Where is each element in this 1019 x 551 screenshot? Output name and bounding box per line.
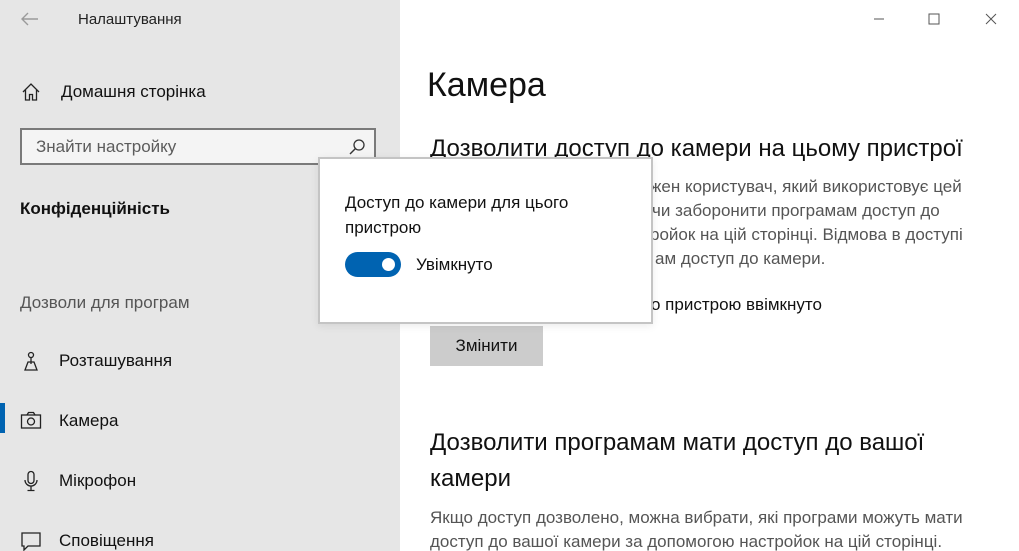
search-input[interactable]	[22, 130, 342, 163]
camera-access-flyout: Доступ до камери для цього пристрою Увім…	[318, 157, 653, 324]
sidebar-home-label: Домашня сторінка	[61, 82, 206, 101]
description-line: Якщо доступ дозволено, можна вибрати, як…	[430, 508, 963, 527]
sidebar-item-camera[interactable]: Камера	[0, 401, 400, 441]
page-title: Камера	[427, 66, 546, 104]
minimize-icon	[874, 18, 884, 20]
sidebar-item-label: Сповіщення	[59, 531, 154, 550]
maximize-button[interactable]	[911, 0, 957, 38]
sidebar-item-label: Камера	[59, 411, 119, 430]
close-button[interactable]	[968, 0, 1014, 38]
toggle-state-label: Увімкнуто	[416, 255, 493, 274]
sidebar-item-label: Мікрофон	[59, 471, 137, 490]
device-access-status: о пристрою ввімкнуто	[651, 295, 822, 314]
group-title-app-permissions: Дозволи для програм	[20, 293, 190, 312]
flyout-description: Доступ до камери для цього пристрою	[345, 193, 569, 237]
microphone-icon	[20, 470, 42, 492]
sidebar-item-label: Розташування	[59, 351, 173, 370]
sidebar-item-location[interactable]: Розташування	[0, 341, 400, 381]
description-line: доступ до вашої камери за допомогою наст…	[430, 532, 943, 551]
camera-access-toggle[interactable]	[345, 252, 401, 277]
selection-indicator	[0, 403, 5, 433]
heading-line: камери	[430, 465, 511, 492]
toggle-knob	[382, 258, 395, 271]
notification-icon	[20, 530, 42, 551]
camera-icon	[20, 410, 42, 432]
minimize-button[interactable]	[856, 0, 902, 38]
app-title: Налаштування	[78, 11, 182, 28]
home-icon	[21, 82, 41, 102]
section-title-privacy: Конфіденційність	[20, 199, 170, 218]
section-heading-app-access: Дозволити програмам мати доступ до вашої…	[430, 425, 1005, 497]
location-icon	[20, 350, 42, 372]
maximize-icon	[928, 13, 940, 25]
settings-window: Налаштування Домашня сторінка Конфіденці…	[0, 0, 1019, 551]
back-arrow-icon	[21, 12, 38, 26]
app-access-description: Якщо доступ дозволено, можна вибрати, як…	[430, 506, 990, 551]
back-button[interactable]	[14, 6, 46, 32]
sidebar-item-notifications[interactable]: Сповіщення	[0, 521, 400, 551]
close-icon	[985, 13, 997, 25]
sidebar-home-item[interactable]: Домашня сторінка	[0, 74, 400, 108]
change-button[interactable]: Змінити	[430, 326, 543, 366]
sidebar-item-microphone[interactable]: Мікрофон	[0, 461, 400, 501]
heading-line: Дозволити програмам мати доступ до вашої	[430, 429, 925, 456]
search-icon[interactable]	[348, 138, 366, 156]
